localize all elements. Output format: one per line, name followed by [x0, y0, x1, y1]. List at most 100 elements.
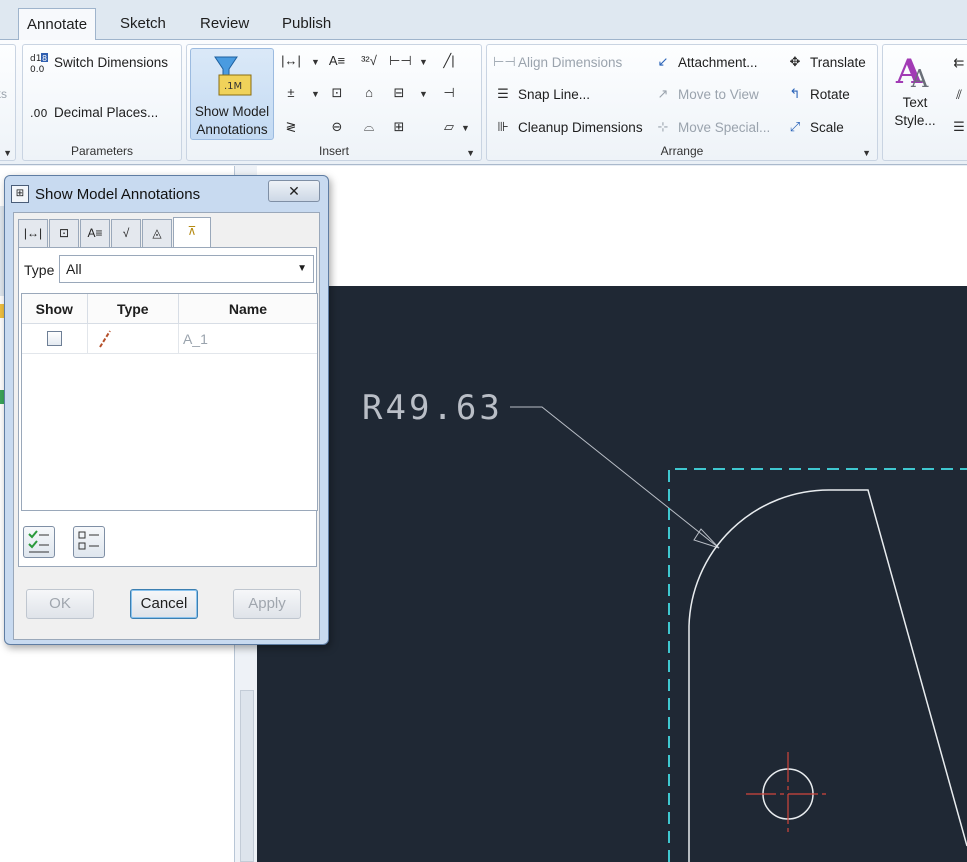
tab-notes[interactable]: A≡: [80, 219, 110, 247]
spring-icon[interactable]: ≷: [281, 117, 301, 137]
surface-finish-icon[interactable]: ³²√: [359, 51, 379, 71]
type-cell: [88, 324, 179, 353]
column-header-type[interactable]: Type: [88, 294, 179, 323]
move-to-view-button[interactable]: ↗ Move to View: [653, 83, 759, 105]
show-model-annotations-dialog: ⊞ Show Model Annotations ✕ |↔| ⊡ A≡ √ ◬ …: [4, 175, 329, 645]
move-special-icon: ⊹: [657, 119, 669, 134]
column-header-name[interactable]: Name: [179, 294, 317, 323]
type-select[interactable]: All ▼: [59, 255, 314, 283]
tab-publish[interactable]: Publish: [274, 8, 339, 40]
svg-text:8: 8: [42, 54, 47, 63]
tolerance-dropdown-icon[interactable]: ▼: [311, 89, 320, 99]
ordinate-dropdown-icon[interactable]: ▼: [419, 57, 428, 67]
ok-button[interactable]: OK: [26, 589, 94, 619]
datum-dropdown-icon[interactable]: ▼: [419, 89, 428, 99]
deselect-all-icon: [76, 531, 102, 558]
tab-sketch[interactable]: Sketch: [112, 8, 174, 40]
column-header-show[interactable]: Show: [22, 294, 88, 323]
tab-annotate[interactable]: Annotate: [18, 8, 97, 41]
scale-button[interactable]: ⤢ Scale: [785, 116, 844, 138]
tab-datums[interactable]: ⊼: [173, 217, 211, 247]
dimension-leader-line: [510, 406, 720, 549]
translate-button[interactable]: ✥ Translate: [785, 51, 866, 73]
switch-dimensions-button[interactable]: d1 8 0.0 Switch Dimensions: [29, 51, 168, 75]
table-row[interactable]: A_1: [22, 324, 317, 354]
datum-target-icon[interactable]: ⊖: [327, 117, 347, 137]
symbol-icon[interactable]: ⌂: [359, 83, 379, 103]
move-special-button[interactable]: ⊹ Move Special...: [653, 116, 771, 138]
annotations-table: Show Type Name A_1: [21, 293, 318, 511]
datum-feature-icon[interactable]: ⊟: [389, 83, 409, 103]
zone-dropdown-icon[interactable]: ▼: [461, 123, 470, 133]
ribbon: ks ▼ d18 0.0 Switch Dimensions .00 Decima…: [0, 40, 967, 165]
group-title-arrange: Arrange: [660, 144, 704, 158]
align-dimensions-icon: ⊢⊣: [493, 54, 516, 69]
dialog-body: |↔| ⊡ A≡ √ ◬ ⊼ Type All ▼ Show Type Name: [13, 212, 320, 640]
datum-icon: ⊼: [187, 224, 197, 238]
group-launcher-icon[interactable]: ▼: [3, 148, 12, 158]
select-all-button[interactable]: [23, 526, 55, 558]
line-style-icon[interactable]: ⇇: [949, 53, 967, 73]
type-label: Type: [24, 262, 55, 278]
jog-icon[interactable]: ⊣: [439, 83, 459, 103]
ribbon-group-parameters: d1 8 0.0 Switch Dimensions .00 Decimal Pla…: [22, 44, 182, 161]
close-button[interactable]: ✕: [268, 180, 320, 202]
group-title-insert: Insert: [318, 144, 349, 158]
text-style-icon: AA: [893, 52, 937, 94]
datum-axis-icon: [98, 330, 111, 348]
type-select-value: All: [66, 261, 82, 277]
balloon-icon[interactable]: ⊞: [389, 117, 409, 137]
tab-symbols[interactable]: ◬: [142, 219, 172, 247]
tab-surface-finish[interactable]: √: [111, 219, 141, 247]
apply-button[interactable]: Apply: [233, 589, 301, 619]
annotation-type-tabs: |↔| ⊡ A≡ √ ◬ ⊼: [18, 217, 212, 247]
weld-symbol-icon[interactable]: ⌓: [359, 117, 379, 137]
gtol-icon[interactable]: ⊡: [327, 83, 347, 103]
note-icon[interactable]: A≡: [327, 51, 347, 71]
move-to-view-icon: ↗: [657, 86, 669, 101]
ribbon-tab-bar: Annotate Sketch Review Publish: [0, 0, 967, 41]
ribbon-group-arrange: ⊢⊣ Align Dimensions ☰ Snap Line... ⊪ Cle…: [486, 44, 878, 161]
group-title-parameters: Parameters: [70, 144, 134, 158]
select-all-icon: [26, 530, 52, 558]
leader-icon[interactable]: ╱|: [439, 51, 459, 71]
dimension-dropdown-icon[interactable]: ▼: [311, 57, 320, 67]
note-icon: A≡: [87, 226, 103, 240]
show-checkbox[interactable]: [46, 331, 62, 346]
ribbon-group-cutoff: ks ▼: [0, 44, 16, 161]
tab-review[interactable]: Review: [192, 8, 257, 40]
snap-line-button[interactable]: ☰ Snap Line...: [493, 83, 590, 105]
graphics-area[interactable]: R49.63: [257, 286, 967, 862]
tab-dimensions[interactable]: |↔|: [18, 219, 48, 247]
tolerance-icon[interactable]: ±: [281, 83, 301, 103]
cleanup-dimensions-button[interactable]: ⊪ Cleanup Dimensions: [493, 116, 642, 138]
attachment-label: Attachment...: [678, 54, 758, 70]
zone-icon[interactable]: ▱: [439, 117, 459, 137]
text-style-label: Text Style...: [894, 95, 936, 128]
align-dimensions-button[interactable]: ⊢⊣ Align Dimensions: [493, 51, 622, 73]
dialog-title-bar[interactable]: ⊞ Show Model Annotations: [11, 180, 200, 208]
tab-gtol[interactable]: ⊡: [49, 219, 79, 247]
insert-launcher-icon[interactable]: ▼: [466, 148, 475, 158]
arrange-launcher-icon[interactable]: ▼: [862, 148, 871, 158]
show-cell: [22, 324, 88, 353]
hatch-icon[interactable]: ⫽: [949, 85, 967, 105]
svg-text:.1M: .1M: [224, 81, 242, 92]
part-outline: [688, 489, 967, 862]
dimension-icon[interactable]: |↔|: [281, 51, 301, 71]
vertical-scrollbar[interactable]: [240, 690, 254, 862]
decimal-places-icon: .00: [29, 102, 49, 122]
show-model-annotations-button[interactable]: .1M Show Model Annotations: [190, 48, 274, 140]
decimal-places-button[interactable]: .00 Decimal Places...: [29, 101, 158, 123]
ribbon-group-format: AA Text Style... ⇇ ⫽ ☰: [882, 44, 967, 161]
cancel-button[interactable]: Cancel: [130, 589, 198, 619]
format-extra-icon[interactable]: ☰: [949, 117, 967, 137]
rotate-button[interactable]: ↰ Rotate: [785, 83, 850, 105]
attachment-button[interactable]: ↙ Attachment...: [653, 51, 758, 73]
dimension-icon: |↔|: [23, 226, 43, 240]
text-style-button[interactable]: AA Text Style...: [887, 51, 943, 130]
close-icon: ✕: [288, 183, 300, 199]
ordinate-dimension-icon[interactable]: ⊢⊣: [389, 51, 412, 71]
deselect-all-button[interactable]: [73, 526, 105, 558]
decimal-places-label: Decimal Places...: [54, 104, 159, 120]
